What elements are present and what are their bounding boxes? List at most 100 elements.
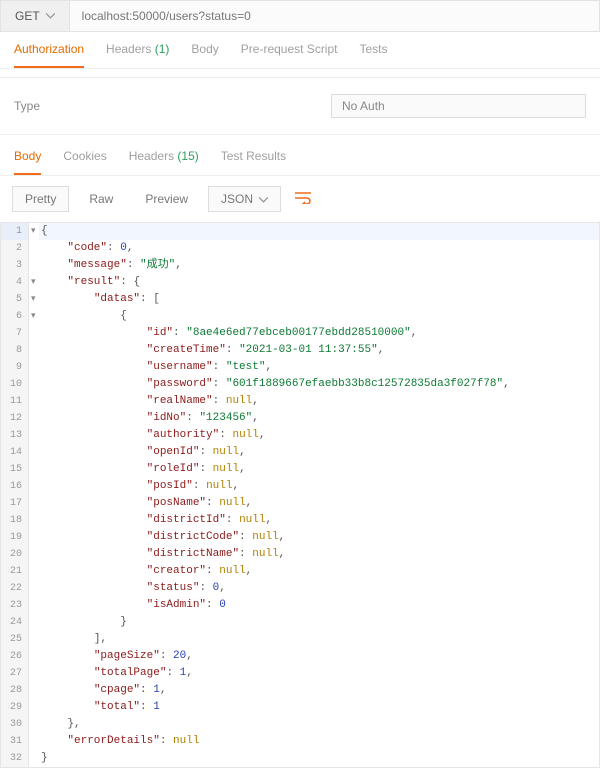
code-line: 13 "authority": null, bbox=[1, 427, 599, 444]
code-line: 28 "cpage": 1, bbox=[1, 682, 599, 699]
code-content: "districtId": null, bbox=[39, 512, 599, 529]
code-content: "realName": null, bbox=[39, 393, 599, 410]
chevron-down-icon bbox=[46, 11, 55, 22]
url-input[interactable]: localhost:50000/users?status=0 bbox=[70, 0, 600, 32]
code-content: "totalPage": 1, bbox=[39, 665, 599, 682]
code-line: 12 "idNo": "123456", bbox=[1, 410, 599, 427]
code-line: 11 "realName": null, bbox=[1, 393, 599, 410]
line-number: 17 bbox=[1, 495, 29, 512]
line-number: 22 bbox=[1, 580, 29, 597]
fold-toggle[interactable]: ▾ bbox=[29, 274, 39, 291]
line-number: 2 bbox=[1, 240, 29, 257]
tab-headers[interactable]: Headers (1) bbox=[106, 42, 169, 68]
code-content: "password": "601f1889667efaebb33b8c12572… bbox=[39, 376, 599, 393]
resp-tab-body[interactable]: Body bbox=[14, 149, 41, 175]
fold-toggle[interactable]: ▾ bbox=[29, 308, 39, 325]
code-line: 22 "status": 0, bbox=[1, 580, 599, 597]
response-body-viewer[interactable]: 1▾{2 "code": 0,3 "message": "成功",4▾ "res… bbox=[0, 222, 600, 768]
wrap-lines-icon[interactable] bbox=[289, 187, 317, 211]
line-number: 18 bbox=[1, 512, 29, 529]
code-content: "createTime": "2021-03-01 11:37:55", bbox=[39, 342, 599, 359]
fold-toggle[interactable]: ▾ bbox=[29, 291, 39, 308]
code-content: "errorDetails": null bbox=[39, 733, 599, 750]
code-content: "roleId": null, bbox=[39, 461, 599, 478]
code-line: 18 "districtId": null, bbox=[1, 512, 599, 529]
code-content: { bbox=[39, 308, 599, 325]
code-line: 17 "posName": null, bbox=[1, 495, 599, 512]
code-content: "pageSize": 20, bbox=[39, 648, 599, 665]
line-number: 19 bbox=[1, 529, 29, 546]
code-line: 14 "openId": null, bbox=[1, 444, 599, 461]
resp-tab-testresults[interactable]: Test Results bbox=[221, 149, 286, 175]
line-number: 21 bbox=[1, 563, 29, 580]
code-line: 24 } bbox=[1, 614, 599, 631]
code-line: 20 "districtName": null, bbox=[1, 546, 599, 563]
code-content: ], bbox=[39, 631, 599, 648]
code-line: 15 "roleId": null, bbox=[1, 461, 599, 478]
line-number: 6 bbox=[1, 308, 29, 325]
code-line: 6▾ { bbox=[1, 308, 599, 325]
auth-type-label: Type bbox=[14, 99, 40, 113]
code-content: "username": "test", bbox=[39, 359, 599, 376]
code-content: { bbox=[39, 223, 599, 240]
code-line: 32} bbox=[1, 750, 599, 767]
tab-authorization[interactable]: Authorization bbox=[14, 42, 84, 68]
line-number: 31 bbox=[1, 733, 29, 750]
code-line: 10 "password": "601f1889667efaebb33b8c12… bbox=[1, 376, 599, 393]
code-content: }, bbox=[39, 716, 599, 733]
tab-body[interactable]: Body bbox=[191, 42, 218, 68]
line-number: 32 bbox=[1, 750, 29, 767]
code-content: "total": 1 bbox=[39, 699, 599, 716]
line-number: 3 bbox=[1, 257, 29, 274]
line-number: 29 bbox=[1, 699, 29, 716]
line-number: 4 bbox=[1, 274, 29, 291]
line-number: 24 bbox=[1, 614, 29, 631]
code-line: 3 "message": "成功", bbox=[1, 257, 599, 274]
auth-type-value: No Auth bbox=[342, 99, 385, 113]
resp-tab-cookies[interactable]: Cookies bbox=[63, 149, 106, 175]
auth-type-row: Type No Auth bbox=[0, 77, 600, 135]
code-line: 26 "pageSize": 20, bbox=[1, 648, 599, 665]
line-number: 16 bbox=[1, 478, 29, 495]
response-tabs: Body Cookies Headers (15) Test Results bbox=[0, 135, 600, 176]
code-line: 31 "errorDetails": null bbox=[1, 733, 599, 750]
line-number: 9 bbox=[1, 359, 29, 376]
auth-type-select[interactable]: No Auth bbox=[331, 94, 586, 118]
code-content: "creator": null, bbox=[39, 563, 599, 580]
line-number: 11 bbox=[1, 393, 29, 410]
preview-button[interactable]: Preview bbox=[133, 187, 200, 211]
code-content: "posName": null, bbox=[39, 495, 599, 512]
code-line: 21 "creator": null, bbox=[1, 563, 599, 580]
line-number: 10 bbox=[1, 376, 29, 393]
code-content: "datas": [ bbox=[39, 291, 599, 308]
line-number: 23 bbox=[1, 597, 29, 614]
code-line: 8 "createTime": "2021-03-01 11:37:55", bbox=[1, 342, 599, 359]
chevron-down-icon bbox=[259, 192, 268, 206]
line-number: 14 bbox=[1, 444, 29, 461]
method-selector[interactable]: GET bbox=[0, 0, 70, 32]
line-number: 8 bbox=[1, 342, 29, 359]
code-line: 29 "total": 1 bbox=[1, 699, 599, 716]
method-label: GET bbox=[15, 9, 40, 23]
format-select[interactable]: JSON bbox=[208, 186, 281, 212]
code-line: 19 "districtCode": null, bbox=[1, 529, 599, 546]
tab-tests[interactable]: Tests bbox=[359, 42, 387, 68]
code-line: 5▾ "datas": [ bbox=[1, 291, 599, 308]
code-content: "message": "成功", bbox=[39, 257, 599, 274]
resp-tab-headers[interactable]: Headers (15) bbox=[129, 149, 199, 175]
code-line: 4▾ "result": { bbox=[1, 274, 599, 291]
raw-button[interactable]: Raw bbox=[77, 187, 125, 211]
tab-prerequest[interactable]: Pre-request Script bbox=[241, 42, 338, 68]
code-content: "result": { bbox=[39, 274, 599, 291]
code-line: 16 "posId": null, bbox=[1, 478, 599, 495]
code-content: "authority": null, bbox=[39, 427, 599, 444]
code-content: "status": 0, bbox=[39, 580, 599, 597]
line-number: 15 bbox=[1, 461, 29, 478]
code-content: "idNo": "123456", bbox=[39, 410, 599, 427]
line-number: 1 bbox=[1, 223, 29, 240]
code-line: 1▾{ bbox=[1, 223, 599, 240]
pretty-button[interactable]: Pretty bbox=[12, 186, 69, 212]
code-line: 30 }, bbox=[1, 716, 599, 733]
code-content: "isAdmin": 0 bbox=[39, 597, 599, 614]
fold-toggle[interactable]: ▾ bbox=[29, 223, 39, 240]
